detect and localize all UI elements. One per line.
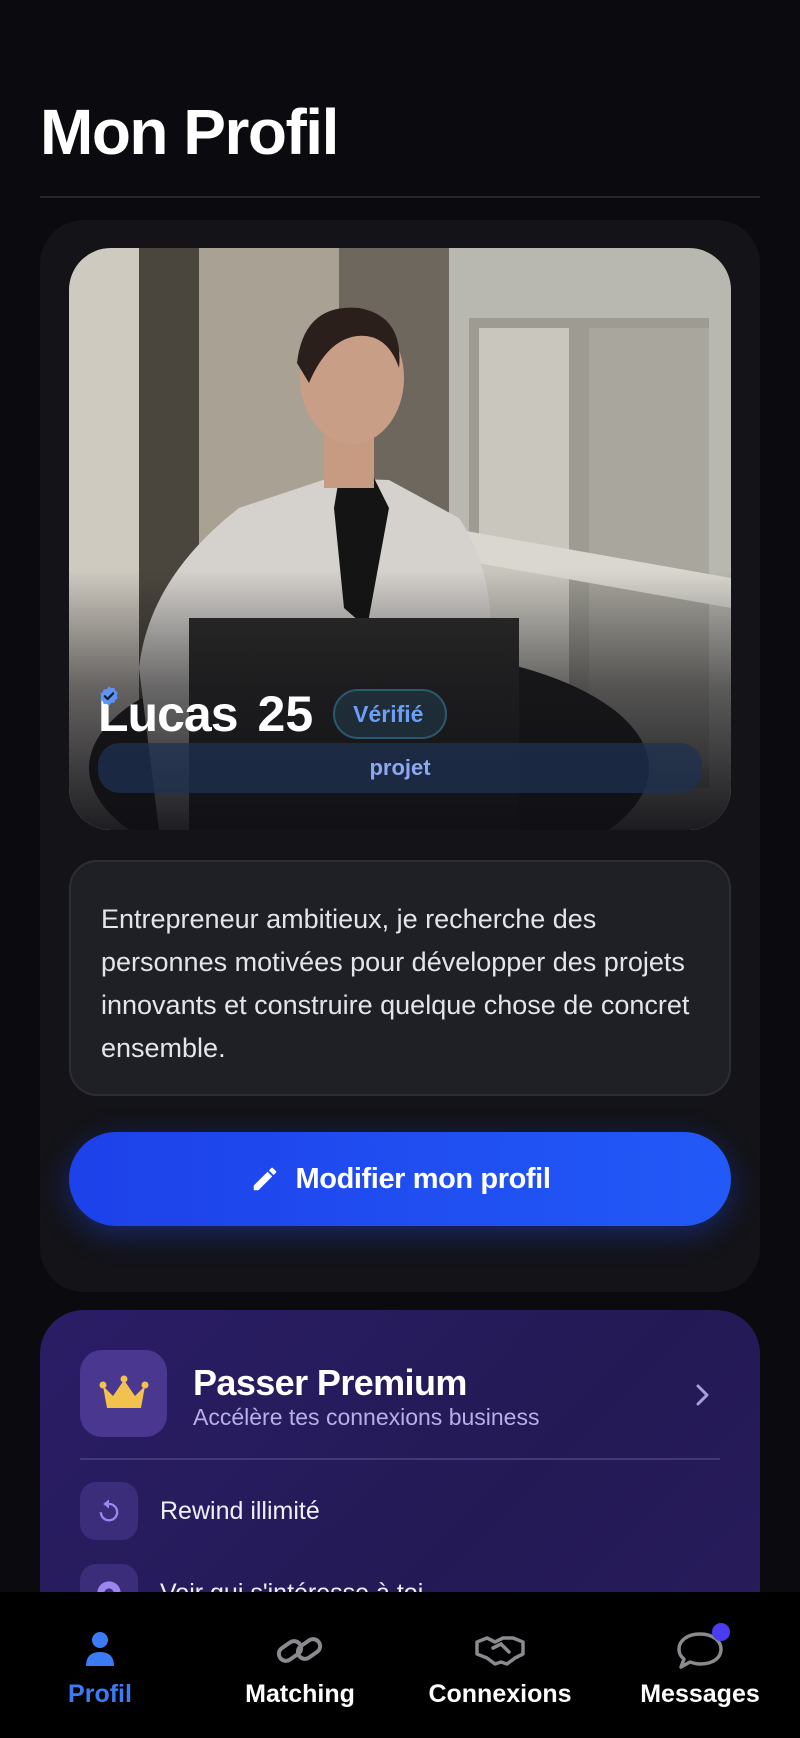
verified-label: Vérifié <box>353 700 424 727</box>
edit-profile-button[interactable]: Modifier mon profil <box>69 1132 731 1226</box>
profile-tag[interactable]: projet <box>98 743 702 793</box>
premium-feature-rewind: Rewind illimité <box>80 1482 320 1540</box>
pencil-icon <box>253 1167 276 1191</box>
name-age-row: Lucas 25 Vérifié <box>98 685 448 743</box>
profile-card: Lucas 25 Vérifié projet Entrepreneur amb… <box>40 220 760 1292</box>
premium-title: Passer Premium <box>193 1362 467 1403</box>
nav-item-connexions[interactable]: Connexions <box>400 1592 600 1738</box>
nav-item-profil[interactable]: Profil <box>0 1592 200 1738</box>
messages-badge <box>712 1623 730 1641</box>
rewind-icon <box>99 1499 119 1522</box>
nav-label: Messages <box>640 1680 760 1708</box>
bio-text: Entrepreneur ambitieux, je recherche des… <box>101 904 690 1063</box>
nav-item-messages[interactable]: Messages <box>600 1592 800 1738</box>
crown-icon <box>99 1375 148 1408</box>
profile-age: 25 <box>257 686 314 742</box>
rewind-icon-box <box>80 1482 138 1540</box>
bio-box: Entrepreneur ambitieux, je recherche des… <box>69 860 731 1096</box>
premium-divider <box>80 1458 720 1460</box>
nav-item-matching[interactable]: Matching <box>200 1592 400 1738</box>
premium-feature-label: Rewind illimité <box>160 1496 320 1525</box>
profile-photo[interactable]: Lucas 25 Vérifié projet <box>69 248 731 830</box>
person-icon <box>86 1632 114 1666</box>
bottom-navigation: Profil Matching Connexions Messages <box>0 1592 800 1738</box>
verified-check-icon <box>100 686 118 706</box>
link-icon <box>276 1637 323 1663</box>
edit-profile-label: Modifier mon profil <box>295 1162 551 1195</box>
page-title: Mon Profil <box>40 96 339 168</box>
verified-badge: Vérifié <box>100 686 448 739</box>
crown-icon-box <box>80 1350 167 1437</box>
nav-label: Connexions <box>428 1680 572 1708</box>
nav-label: Profil <box>68 1680 132 1708</box>
profile-tag-label: projet <box>369 755 431 780</box>
title-divider <box>40 196 760 198</box>
chevron-right-icon[interactable] <box>692 1380 714 1410</box>
nav-label: Matching <box>245 1680 355 1708</box>
handshake-icon <box>475 1636 525 1666</box>
premium-subtitle: Accélère tes connexions business <box>193 1404 540 1430</box>
